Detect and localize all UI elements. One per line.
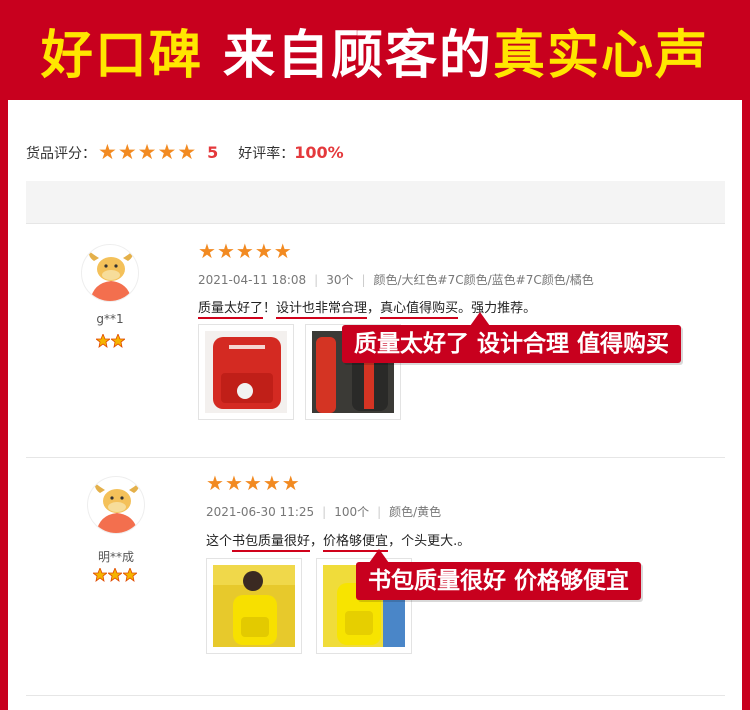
star-icon: ★: [262, 471, 281, 495]
rating-summary: 货品评分： ★ ★ ★ ★ ★ 5 好评率： 100%: [26, 142, 344, 163]
banner-title-part2: 来自顾客的: [202, 25, 494, 86]
star-icon: ★: [98, 140, 117, 164]
page-frame: 好口碑 来自顾客的真实心声 货品评分： ★ ★ ★ ★ ★ 5 好评率： 100…: [0, 0, 750, 710]
review-meta: 2021-04-11 18:08 | 30个 | 颜色/大红色#7C颜色/蓝色#7C颜色…: [198, 273, 594, 287]
summary-stars: ★ ★ ★ ★ ★: [98, 142, 197, 163]
comment-highlight: 书包质量很好: [232, 534, 311, 552]
medal-icon: [123, 568, 137, 582]
star-icon: ★: [224, 471, 243, 495]
review-comment: 这个书包质量很好，价格够便宜，个头更大.。: [206, 530, 471, 552]
banner-title: 好口碑 来自顾客的真实心声: [41, 13, 709, 88]
review-meta: 2021-06-30 11:25 | 100个 | 颜色/黄色: [206, 505, 442, 519]
star-icon: ★: [216, 239, 235, 263]
comment-highlight: 质量太好了: [198, 301, 264, 319]
banner: 好口碑 来自顾客的真实心声: [0, 0, 750, 100]
star-icon: ★: [206, 471, 224, 495]
callout-pointer: [470, 312, 490, 326]
review-variant: 颜色/大红色#7C颜色/蓝色#7C颜色/橘色: [373, 273, 594, 287]
user-name: g**1: [96, 312, 124, 326]
medal-icon: [111, 334, 125, 348]
score-value: 5: [207, 143, 219, 162]
score-label: 货品评分：: [26, 145, 96, 162]
star-icon: ★: [117, 140, 137, 164]
star-icon: ★: [157, 140, 177, 164]
medal-icon: [93, 568, 107, 582]
review-quantity: 100个: [334, 505, 370, 519]
review-callout: 质量太好了 设计合理 值得购买: [342, 325, 682, 363]
medal-icon: [108, 568, 122, 582]
callout-pointer: [369, 549, 389, 563]
review-item: 明**成 ★ ★ ★ ★ ★ 2021-06-30 11:25 | 100个 | 颜色/…: [26, 458, 725, 696]
review-variant: 颜色/黄色: [389, 505, 442, 519]
star-icon: ★: [254, 239, 273, 263]
bull-avatar-icon: [88, 251, 134, 301]
bull-avatar-icon: [94, 483, 140, 533]
star-icon: ★: [281, 471, 300, 495]
star-icon: ★: [177, 140, 197, 164]
review-date: 2021-06-30 11:25: [206, 505, 315, 519]
user-name: 明**成: [97, 550, 134, 564]
filter-bar: [26, 181, 725, 224]
banner-title-part1: 好口碑: [40, 25, 203, 86]
star-icon: ★: [137, 140, 157, 164]
comment-text: ，: [367, 301, 381, 316]
avatar: [87, 476, 145, 534]
reviews-panel: 货品评分： ★ ★ ★ ★ ★ 5 好评率： 100% g**1 ★ ★ ★ ★…: [8, 100, 742, 710]
review-item: g**1 ★ ★ ★ ★ ★ 2021-04-11 18:08 | 30个 | 颜色/大…: [26, 224, 725, 458]
review-photo[interactable]: [198, 324, 294, 420]
star-icon: ★: [243, 471, 262, 495]
review-stars: ★ ★ ★ ★ ★: [198, 241, 293, 261]
comment-highlight: 真心值得购买: [380, 301, 459, 319]
review-date: 2021-04-11 18:08: [198, 273, 307, 287]
comment-text: ，: [310, 534, 324, 549]
star-icon: ★: [273, 239, 292, 263]
member-badges: [93, 568, 137, 582]
star-icon: ★: [198, 239, 216, 263]
yellow-backpack-child-image: [213, 565, 295, 647]
review-photo[interactable]: [206, 558, 302, 654]
comment-text: 这个: [206, 534, 233, 549]
rate-value: 100%: [294, 143, 344, 162]
rate-label: 好评率：: [238, 145, 295, 162]
comment-text: ，个头更大.。: [388, 534, 471, 549]
star-icon: ★: [235, 239, 254, 263]
banner-title-part3: 真实心声: [493, 25, 710, 86]
review-callout: 书包质量很好 价格够便宜: [356, 562, 642, 600]
avatar: [81, 244, 139, 302]
red-backpack-image: [205, 331, 287, 413]
comment-highlight: 设计也非常合理: [276, 301, 368, 319]
member-badges: [96, 334, 125, 348]
review-quantity: 30个: [326, 273, 354, 287]
review-stars: ★ ★ ★ ★ ★: [206, 473, 301, 493]
comment-text: ！: [263, 301, 277, 316]
medal-icon: [96, 334, 110, 348]
